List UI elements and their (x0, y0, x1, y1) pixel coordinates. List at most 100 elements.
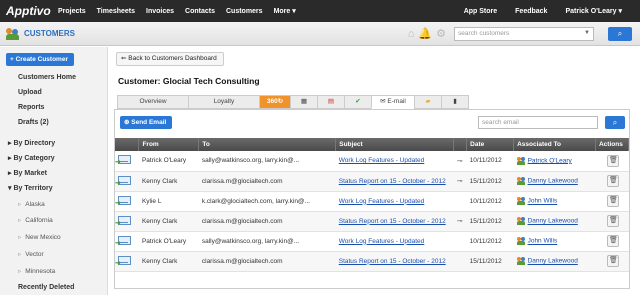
group-label: By Market (13, 170, 47, 177)
chevron-down-icon[interactable]: ▼ (584, 30, 590, 36)
tab-overview[interactable]: Overview (117, 95, 189, 109)
table-row[interactable]: ➜ Kenny Clark clarissa.m@glocialtech.com St… (115, 171, 629, 192)
col-from[interactable]: From (138, 138, 200, 151)
back-to-dashboard-button[interactable]: ⇐ Back to Customers Dashboard (116, 52, 224, 66)
email-table: From To Subject Date Associated To Actio… (115, 138, 630, 272)
subject-link[interactable]: Work Log Features - Updated (339, 238, 425, 245)
table-row[interactable]: ➜ Patrick O'Leary sally@watkinsco.org, lar… (115, 231, 629, 252)
nav-more[interactable]: More ▾ (274, 7, 296, 15)
subject-link[interactable]: Work Log Features - Updated (339, 157, 425, 164)
associated-link[interactable]: John Wills (528, 238, 558, 245)
territory-minnesota[interactable]: ▹ Minnesota (18, 267, 55, 275)
email-received-icon: ➜ (115, 215, 131, 227)
subject-cell: Work Log Features - Updated (335, 151, 454, 172)
associated-link[interactable]: Danny Lakewood (528, 258, 578, 265)
table-row[interactable]: ➜ Kenny Clark clarissa.m@glocialtech.com St… (115, 251, 629, 272)
subject-link[interactable]: Status Report on 15 - October - 2012 (339, 258, 446, 265)
nav-timesheets[interactable]: Timesheets (97, 8, 135, 15)
sidebar-group-category[interactable]: ▸ By Category (8, 154, 55, 162)
send-email-button[interactable]: ⊕ Send Email (120, 116, 172, 129)
top-navigation: Apptivo Projects Timesheets Invoices Con… (0, 0, 640, 22)
associated-link[interactable]: Patrick O'Leary (528, 157, 572, 164)
nav-contacts[interactable]: Contacts (185, 8, 215, 15)
trash-icon[interactable]: 🗑 (607, 215, 620, 227)
search-email-button[interactable]: ⌕ (605, 116, 625, 129)
attachment-icon[interactable]: ⊸ (457, 218, 463, 225)
search-email-input[interactable]: search email (478, 116, 598, 129)
home-icon[interactable]: ⌂ (408, 28, 415, 40)
from-cell: Kenny Clark (138, 171, 199, 192)
date-cell: 15/11/2012 (466, 251, 514, 272)
nav-customers[interactable]: Customers (226, 8, 263, 15)
nav-projects[interactable]: Projects (58, 8, 86, 15)
apptivo-logo[interactable]: Apptivo (0, 4, 58, 18)
subject-link[interactable]: Status Report on 15 - October - 2012 (339, 218, 446, 225)
gear-icon[interactable]: ⚙ (436, 27, 446, 40)
tab-notes[interactable]: ▦ (290, 95, 318, 109)
email-type-cell: ➜ (115, 231, 139, 252)
tab-phone[interactable]: ▮ (441, 95, 469, 109)
module-title[interactable]: CUSTOMERS (24, 29, 75, 38)
nav-feedback[interactable]: Feedback (515, 8, 547, 15)
email-received-icon: ➜ (115, 155, 131, 166)
tab-calendar[interactable]: ▤ (317, 95, 345, 109)
sidebar-item-drafts[interactable]: Drafts (2) (18, 119, 49, 126)
col-associated[interactable]: Associated To (513, 138, 596, 151)
sidebar-group-market[interactable]: ▸ By Market (8, 169, 47, 177)
tab-email[interactable]: ✉ E-mail (371, 95, 415, 109)
attachment-cell: ⊸ (453, 171, 467, 192)
associated-link[interactable]: John Wills (528, 198, 558, 205)
table-row[interactable]: ➜ Patrick O'Leary sally@watkinsco.org, lar… (115, 151, 629, 172)
sidebar-item-customers-home[interactable]: Customers Home (18, 74, 76, 81)
actions-cell: 🗑 (595, 171, 629, 192)
col-subject[interactable]: Subject (335, 138, 455, 151)
territory-new-mexico[interactable]: ▹ New Mexico (18, 233, 61, 241)
subject-link[interactable]: Work Log Features - Updated (339, 198, 425, 205)
back-label: Back to Customers Dashboard (128, 55, 217, 62)
attachment-cell: ⊸ (453, 211, 467, 232)
territory-alaska[interactable]: ▹ Alaska (18, 200, 45, 208)
attachment-icon[interactable]: ⊸ (457, 178, 463, 185)
trash-icon[interactable]: 🗑 (607, 175, 620, 187)
date-cell: 15/11/2012 (466, 211, 514, 232)
to-cell: clarissa.m@glocialtech.com (198, 171, 336, 192)
territory-california[interactable]: ▹ California (18, 216, 53, 224)
nav-invoices[interactable]: Invoices (146, 8, 174, 15)
tab-loyalty[interactable]: Loyalty (188, 95, 260, 109)
user-menu[interactable]: Patrick O'Leary ▾ (565, 7, 622, 15)
tab-tasks[interactable]: ✔ (344, 95, 372, 109)
trash-icon[interactable]: 🗑 (607, 195, 620, 207)
subject-link[interactable]: Status Report on 15 - October - 2012 (339, 178, 446, 185)
folder-icon: ▰ (425, 98, 431, 105)
table-row[interactable]: ➜ Kylie Lk.clark@glocialtech.com, larry.k… (115, 191, 629, 212)
territory-vector[interactable]: ▹ Vector (18, 250, 44, 258)
trash-icon[interactable]: 🗑 (607, 154, 620, 167)
search-button[interactable]: ⌕ (608, 26, 632, 41)
trash-icon[interactable]: 🗑 (607, 255, 620, 267)
sidebar-item-recently-deleted[interactable]: Recently Deleted (18, 284, 74, 291)
send-email-label: Send Email (131, 119, 167, 126)
nav-app-store[interactable]: App Store (464, 8, 497, 15)
attachment-icon[interactable]: ⊸ (457, 158, 463, 165)
create-customer-button[interactable]: + Create Customer (6, 53, 74, 66)
associated-link[interactable]: Danny Lakewood (528, 218, 578, 225)
bell-icon[interactable]: 🔔 (418, 27, 432, 40)
territory-label: Minnesota (25, 268, 56, 275)
trash-icon[interactable]: 🗑 (607, 235, 620, 247)
col-date[interactable]: Date (466, 138, 515, 151)
col-to[interactable]: To (198, 138, 337, 151)
actions-cell: 🗑 (595, 151, 629, 172)
table-row[interactable]: ➜ Kenny Clark clarissa.m@glocialtech.com St… (115, 211, 629, 232)
actions-cell: 🗑 (595, 191, 629, 212)
sidebar-group-directory[interactable]: ▸ By Directory (8, 139, 55, 147)
associated-cell: Patrick O'Leary (513, 151, 596, 172)
email-received-icon: ➜ (115, 175, 131, 187)
sidebar-group-territory[interactable]: ▾ By Territory (8, 184, 53, 192)
search-customers-input[interactable]: search customers ▼ (454, 26, 594, 41)
territory-label: New Mexico (25, 234, 61, 241)
sidebar-item-upload[interactable]: Upload (18, 89, 42, 96)
sidebar-item-reports[interactable]: Reports (18, 104, 44, 111)
tab-360[interactable]: 360↻ (259, 95, 291, 109)
tab-folder[interactable]: ▰ (414, 95, 442, 109)
associated-link[interactable]: Danny Lakewood (528, 178, 578, 185)
